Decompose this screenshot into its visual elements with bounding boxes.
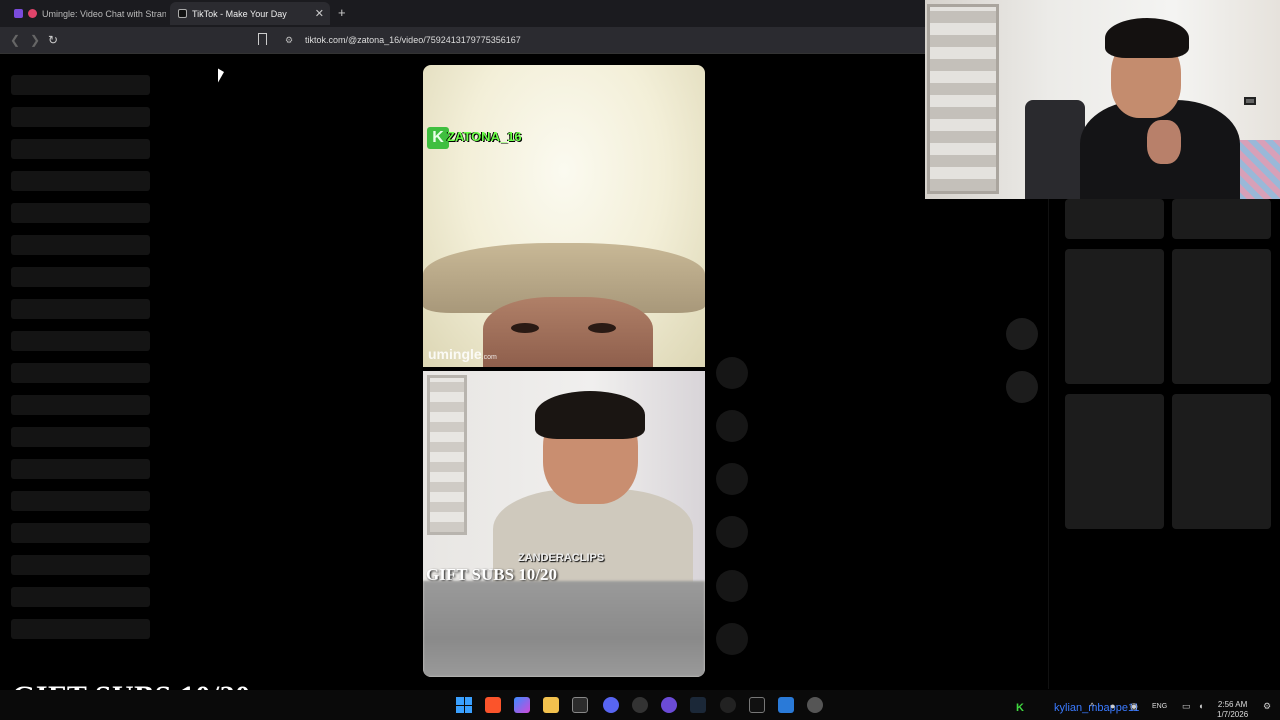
wall-switch (1244, 97, 1256, 105)
skeleton-card (1172, 394, 1271, 529)
skeleton-card (1065, 394, 1164, 529)
person-hair (1105, 18, 1189, 58)
skeleton-item (11, 363, 150, 383)
clock-date: 1/7/2026 (1217, 710, 1249, 719)
close-tab-icon[interactable]: ✕ (315, 7, 324, 20)
skeleton-card (1172, 249, 1271, 384)
display-icon[interactable]: ▭ (1182, 701, 1191, 712)
skeleton-card (1065, 249, 1164, 384)
new-tab-icon[interactable]: + (338, 5, 346, 20)
skeleton-item (11, 235, 150, 255)
skeleton-item (11, 555, 150, 575)
gaming-chair (1025, 100, 1085, 199)
chevron-up-icon[interactable]: ^ (1090, 701, 1094, 711)
window-grill (427, 375, 467, 535)
clock-time: 2:56 AM (1217, 700, 1248, 709)
skeleton-item (11, 459, 150, 479)
skeleton-item (11, 587, 150, 607)
music-button[interactable] (716, 623, 748, 655)
skeleton-item (11, 75, 150, 95)
address-bar[interactable]: tiktok.com/@zatona_16/video/759241317977… (305, 35, 521, 45)
reload-icon[interactable]: ↻ (48, 33, 58, 47)
like-button[interactable] (716, 357, 748, 389)
language-indicator[interactable]: ENG (1152, 703, 1167, 710)
tray-username: kylian_mbappe11 (1054, 702, 1140, 714)
sidebar-skeleton (11, 75, 150, 651)
skeleton-card (1065, 199, 1164, 239)
skeleton-item (11, 427, 150, 447)
video-streamer-feed[interactable]: ZANDERACLIPS GIFT SUBS 10/20 (423, 371, 705, 677)
window-grill (927, 4, 999, 194)
blurred-region (423, 581, 705, 677)
skeleton-item (11, 331, 150, 351)
person-eye (588, 323, 616, 333)
windows-start-icon[interactable] (456, 697, 472, 713)
obs-icon[interactable] (632, 697, 648, 713)
tab-tiktok[interactable]: TikTok - Make Your Day ✕ (170, 2, 330, 25)
skeleton-item (11, 267, 150, 287)
app-icon[interactable] (749, 697, 765, 713)
umingle-favicon-icon (28, 9, 37, 18)
watermark-text: umingle (428, 346, 482, 362)
clock[interactable]: 2:56 AM 1/7/2026 (1217, 700, 1248, 720)
microsoft-store-icon[interactable] (572, 697, 588, 713)
forward-arrow-icon[interactable]: ❯ (30, 33, 40, 47)
copilot-icon[interactable] (514, 697, 530, 713)
skeleton-item (11, 395, 150, 415)
person-eye (511, 323, 539, 333)
browser-toolbar: ❮ ❯ ↻ ⚙ tiktok.com/@zatona_16/video/7592… (0, 27, 925, 54)
webcam-overlay (925, 0, 1280, 199)
discord-icon[interactable] (603, 697, 619, 713)
person-face (483, 297, 653, 367)
brave-wallet-icon (14, 9, 23, 18)
gear-icon[interactable] (807, 697, 823, 713)
bookmark-button[interactable] (716, 463, 748, 495)
windows-taskbar: K kylian_mbappe11 ^ ● ◉ ENG ▭ ◖ 2:56 AM … (0, 690, 1280, 720)
site-info-icon[interactable]: ⚙ (285, 35, 293, 46)
skeleton-item (11, 107, 150, 127)
file-explorer-icon[interactable] (543, 697, 559, 713)
skeleton-item (11, 203, 150, 223)
volume-icon[interactable]: ◖ (1198, 701, 1203, 711)
photos-icon[interactable] (778, 697, 794, 713)
video-stranger-feed[interactable]: K ZATONA_16 umingle.com (423, 65, 705, 367)
skeleton-item (11, 299, 150, 319)
skeleton-item (11, 139, 150, 159)
kick-logo-icon: K (427, 127, 449, 149)
network-icon[interactable]: ◉ (1130, 701, 1138, 712)
tab-label: TikTok - Make Your Day (192, 8, 287, 19)
share-button[interactable] (716, 516, 748, 548)
previous-video-button[interactable] (1006, 318, 1038, 350)
panel-divider (1048, 199, 1049, 689)
person-hair (535, 391, 645, 439)
skeleton-card (1172, 199, 1271, 239)
more-button[interactable] (716, 570, 748, 602)
skeleton-item (11, 171, 150, 191)
notification-icon[interactable]: ⚙ (1263, 701, 1271, 712)
clips-watermark: ZANDERACLIPS (518, 552, 605, 564)
skeleton-item (11, 619, 150, 639)
app-icon[interactable] (661, 697, 677, 713)
streamer-name-overlay: ZATONA_16 (447, 129, 522, 144)
next-video-button[interactable] (1006, 371, 1038, 403)
back-arrow-icon[interactable]: ❮ (10, 33, 20, 47)
kick-tray-icon[interactable]: K (1016, 702, 1024, 714)
tiktok-favicon-icon (178, 9, 187, 18)
brave-browser-icon[interactable] (485, 697, 501, 713)
umingle-watermark: umingle.com (428, 346, 497, 362)
mouse-cursor-icon (218, 68, 230, 90)
bookmark-icon[interactable] (258, 33, 267, 45)
steam-icon[interactable] (690, 697, 706, 713)
person-hand (1147, 120, 1181, 164)
skeleton-item (11, 523, 150, 543)
settings-gear-icon[interactable] (720, 697, 736, 713)
skeleton-item (11, 491, 150, 511)
microphone-icon[interactable]: ● (1110, 701, 1115, 711)
comment-button[interactable] (716, 410, 748, 442)
tab-label: Umingle: Video Chat with Strangers (42, 8, 166, 19)
tab-umingle[interactable]: Umingle: Video Chat with Strangers (6, 2, 166, 25)
browser-tab-bar: Umingle: Video Chat with Strangers TikTo… (0, 0, 925, 27)
watermark-suffix: .com (481, 354, 497, 361)
